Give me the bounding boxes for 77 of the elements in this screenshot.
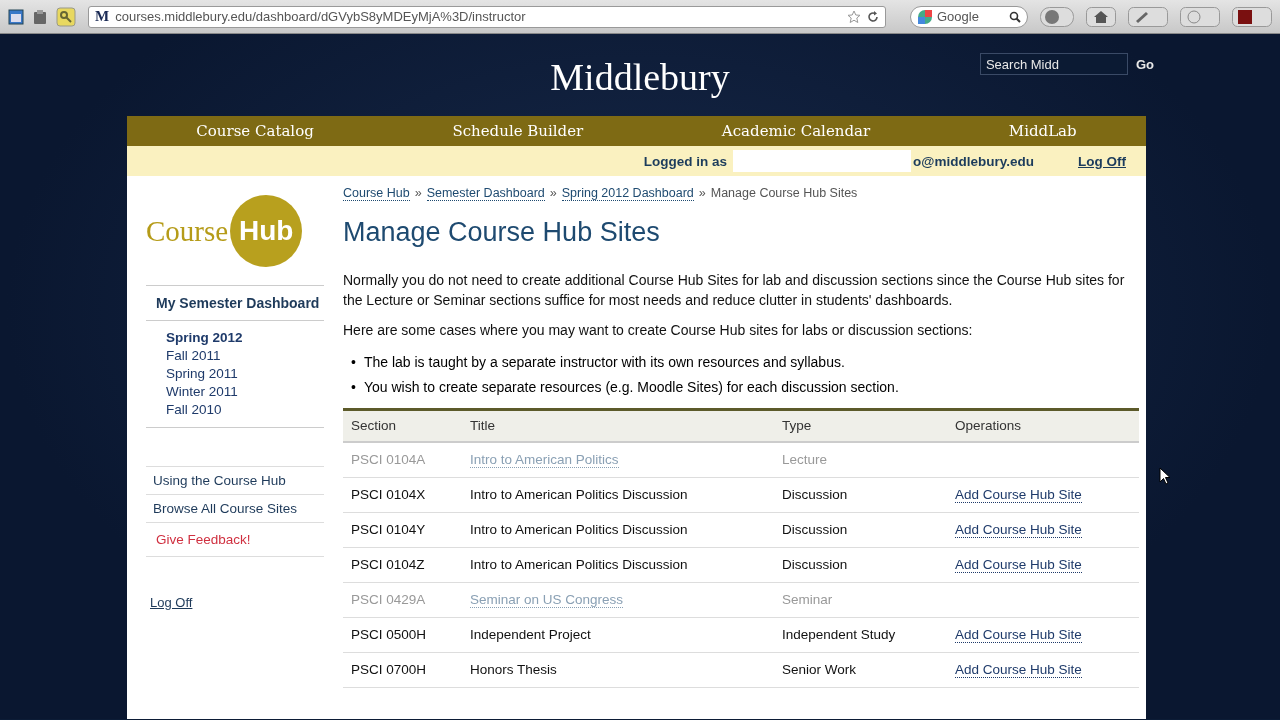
- dashboard-link[interactable]: My Semester Dashboard: [156, 295, 320, 311]
- reload-icon[interactable]: [867, 10, 879, 23]
- table-cell: PSCI 0104Y: [351, 522, 426, 537]
- add-site-link[interactable]: Add Course Hub Site: [955, 557, 1082, 573]
- breadcrumb-link[interactable]: Spring 2012 Dashboard: [561, 186, 694, 201]
- intro-paragraph: Normally you do not need to create additional Course Hub Sites for lab and discussion sections since the Course Hub sites for the Lecture or Seminar sections suffice for most needs and reduce clutter in students' dashboards.: [343, 271, 1126, 310]
- column-header: Operations: [947, 409, 1139, 442]
- column-header: Title: [462, 409, 774, 442]
- logo-word: Course: [146, 214, 229, 248]
- semester-link[interactable]: Fall 2011: [166, 347, 324, 365]
- breadcrumb-current: Manage Course Hub Sites: [710, 186, 858, 200]
- column-header: Section: [343, 409, 462, 442]
- url-text: courses.middlebury.edu/dashboard/dGVybS8yMDEyMjA%3D/instructor: [115, 9, 527, 24]
- star-icon[interactable]: [847, 9, 861, 24]
- table-cell: Discussion: [782, 557, 848, 572]
- table-cell: Honors Thesis: [470, 662, 557, 677]
- pointer-icon: [1159, 467, 1171, 485]
- semester-link[interactable]: Winter 2011: [166, 383, 324, 401]
- nav-link[interactable]: MiddLab: [990, 122, 1095, 140]
- log-off-link[interactable]: Log Off: [1078, 153, 1126, 169]
- cases-intro: Here are some cases where you may want to create Course Hub sites for labs or discussion sections:: [343, 321, 974, 340]
- table-cell: PSCI 0104Z: [351, 557, 425, 572]
- add-site-link[interactable]: Add Course Hub Site: [955, 662, 1082, 678]
- breadcrumb-separator: »: [549, 186, 557, 200]
- table-cell: Discussion: [782, 487, 848, 502]
- search-field[interactable]: Search Midd: [979, 53, 1128, 75]
- sidebar-link[interactable]: Give Feedback!: [146, 523, 324, 557]
- table-cell: PSCI 0500H: [351, 627, 427, 642]
- home-icon[interactable]: [1086, 6, 1116, 27]
- case-item: You wish to create separate resources (e.g. Moodle Sites) for each discussion section.: [363, 378, 899, 397]
- table-cell: Discussion: [782, 522, 848, 537]
- window-icon[interactable]: [8, 8, 24, 25]
- table-cell: Senior Work: [782, 662, 857, 677]
- add-site-link[interactable]: Add Course Hub Site: [955, 487, 1082, 503]
- user-email: o@middlebury.edu: [913, 153, 1034, 169]
- page-title: Manage Course Hub Sites: [343, 217, 661, 248]
- bullet: •: [351, 378, 356, 397]
- extension-icon[interactable]: [1232, 6, 1272, 27]
- search-icon[interactable]: [1009, 10, 1021, 23]
- table-cell: PSCI 0700H: [351, 662, 427, 677]
- table-cell: Intro to American Politics Discussion: [470, 487, 688, 502]
- search-engine-field[interactable]: Google: [910, 5, 1028, 28]
- table-cell: PSCI 0429A: [351, 592, 426, 607]
- address-bar[interactable]: M courses.middlebury.edu/dashboard/dGVybS8yMDEyMjA%3D/instructor: [88, 5, 886, 28]
- semester-link[interactable]: Fall 2010: [166, 401, 324, 419]
- logo-badge: Hub: [230, 195, 303, 267]
- site-letter: M: [95, 8, 110, 25]
- sidebar-link[interactable]: Using the Course Hub: [146, 467, 324, 495]
- table-cell: Seminar: [782, 592, 833, 607]
- breadcrumb-link[interactable]: Semester Dashboard: [426, 186, 545, 201]
- adblock-icon[interactable]: [1040, 6, 1074, 27]
- column-header: Type: [774, 409, 947, 442]
- breadcrumb-separator: »: [414, 186, 422, 200]
- semester-link[interactable]: Spring 2011: [166, 365, 324, 383]
- sidebar-link[interactable]: Browse All Course Sites: [146, 495, 324, 523]
- log-off-link[interactable]: Log Off: [150, 595, 193, 610]
- table-cell: Intro to American Politics Discussion: [470, 557, 688, 572]
- nav-link[interactable]: Academic Calendar: [703, 122, 889, 140]
- breadcrumb-link[interactable]: Course Hub: [343, 186, 410, 201]
- case-item: The lab is taught by a separate instructor with its own resources and syllabus.: [363, 353, 845, 372]
- bullet: •: [351, 353, 356, 372]
- table-cell: Independent Project: [470, 627, 591, 642]
- table-cell: PSCI 0104X: [351, 487, 426, 502]
- add-site-link[interactable]: Add Course Hub Site: [955, 627, 1082, 643]
- go-button[interactable]: Go: [1135, 54, 1154, 74]
- clipboard-icon[interactable]: [32, 8, 48, 25]
- logged-in-label: Logged in as: [643, 153, 728, 169]
- table-cell: Lecture: [782, 452, 828, 467]
- add-site-link[interactable]: Add Course Hub Site: [955, 522, 1082, 538]
- table-cell: Independent Study: [782, 627, 896, 642]
- site-title[interactable]: Middlebury: [550, 55, 730, 99]
- nav-link[interactable]: Course Catalog: [178, 122, 332, 140]
- table-cell: Intro to American Politics Discussion: [470, 522, 688, 537]
- semester-link[interactable]: Spring 2012: [166, 329, 324, 347]
- breadcrumb-separator: »: [698, 186, 706, 200]
- nav-link[interactable]: Schedule Builder: [434, 122, 602, 140]
- table-cell: PSCI 0104A: [351, 452, 426, 467]
